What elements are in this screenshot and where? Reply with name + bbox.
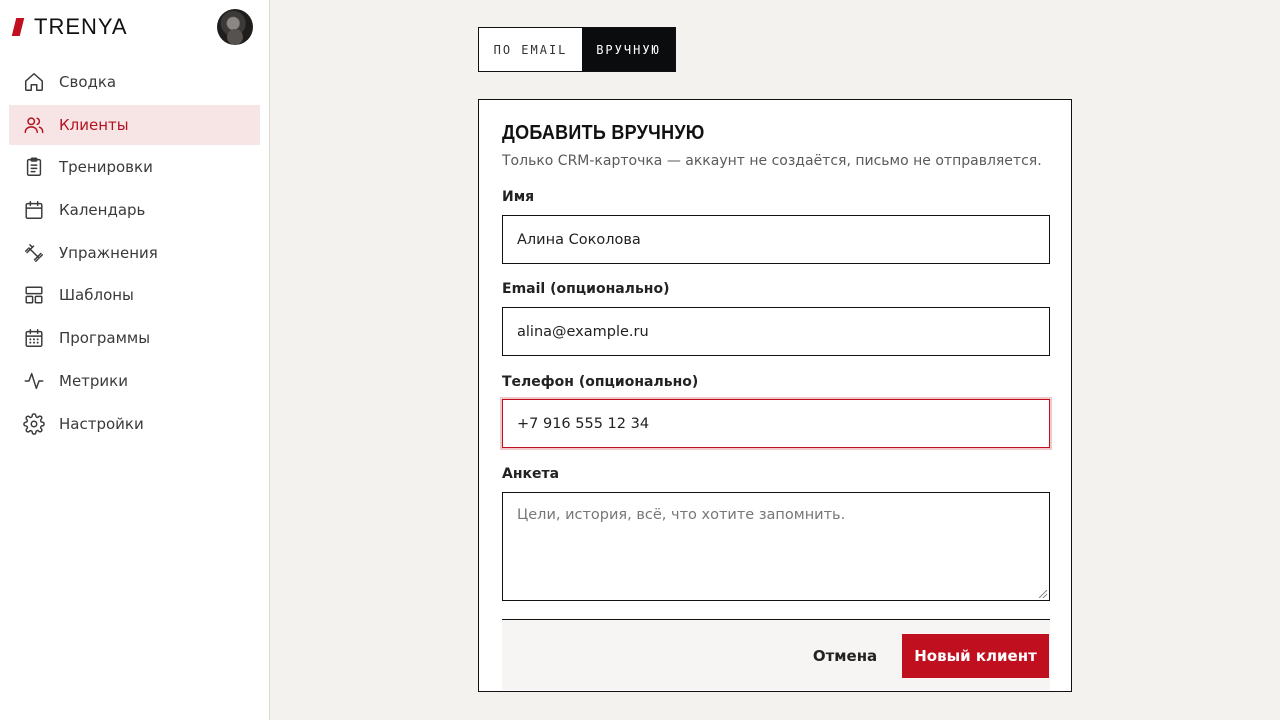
users-icon (23, 114, 45, 136)
clipboard-list-icon (23, 156, 45, 178)
resize-grip-icon[interactable] (1039, 590, 1047, 598)
phone-input[interactable]: +7 916 555 12 34 (502, 399, 1050, 448)
sidebar-item-settings[interactable]: Настройки (9, 404, 260, 444)
sidebar-item-label: Тренировки (59, 158, 153, 177)
sidebar-item-label: Настройки (59, 414, 144, 433)
calendar-icon (23, 199, 45, 221)
sidebar-item-programs[interactable]: Программы (9, 318, 260, 358)
mode-tabs: ПО EMAIL ВРУЧНУЮ (478, 27, 676, 72)
brand-logo[interactable]: TRENYA (11, 14, 128, 40)
form-title: ДОБАВИТЬ ВРУЧНУЮ (502, 122, 705, 144)
sidebar-item-templates[interactable]: Шаблоны (9, 275, 260, 315)
new-client-button[interactable]: Новый клиент (902, 634, 1049, 678)
sidebar: TRENYA Сводка Клиенты Тренировки Календа… (0, 0, 270, 720)
sidebar-item-label: Метрики (59, 371, 128, 390)
phone-label: Телефон (опционально) (502, 374, 699, 390)
tab-by-email[interactable]: ПО EMAIL (479, 28, 582, 71)
sidebar-item-summary[interactable]: Сводка (9, 62, 260, 102)
layout-icon (23, 284, 45, 306)
sidebar-item-exercises[interactable]: Упражнения (9, 233, 260, 273)
sidebar-nav: Сводка Клиенты Тренировки Календарь Упра… (9, 62, 260, 446)
gear-icon (23, 412, 45, 435)
name-input[interactable]: Алина Соколова (502, 215, 1050, 264)
sidebar-item-label: Календарь (59, 201, 146, 220)
sidebar-item-metrics[interactable]: Метрики (9, 361, 260, 401)
home-icon (23, 71, 45, 93)
sidebar-item-clients[interactable]: Клиенты (9, 104, 260, 145)
sidebar-item-label: Программы (59, 329, 151, 348)
notes-placeholder: Цели, история, всё, что хотите запомнить… (517, 507, 846, 523)
sidebar-item-label: Упражнения (59, 243, 158, 262)
form-footer: Отмена Новый клиент (502, 619, 1050, 690)
name-label: Имя (502, 189, 535, 205)
calendar-grid-icon (23, 327, 45, 349)
brand-name: TRENYA (34, 14, 128, 39)
sidebar-item-workouts[interactable]: Тренировки (9, 147, 260, 187)
avatar[interactable] (217, 9, 253, 45)
sidebar-item-calendar[interactable]: Календарь (9, 190, 260, 230)
form-subtitle: Только CRM-карточка — аккаунт не создаёт… (502, 153, 1042, 169)
cancel-button[interactable]: Отмена (805, 634, 885, 678)
sidebar-item-label: Сводка (59, 73, 117, 91)
activity-icon (23, 370, 45, 392)
brand-mark-icon (11, 18, 25, 36)
sidebar-item-label: Шаблоны (59, 286, 134, 305)
tab-manual[interactable]: ВРУЧНУЮ (582, 28, 675, 71)
dumbbell-icon (23, 242, 45, 264)
notes-label: Анкета (502, 466, 560, 482)
email-label: Email (опционально) (502, 281, 670, 297)
sidebar-item-label: Клиенты (59, 115, 129, 134)
notes-textarea[interactable]: Цели, история, всё, что хотите запомнить… (502, 492, 1050, 601)
email-input[interactable]: alina@example.ru (502, 307, 1050, 356)
add-client-form: ДОБАВИТЬ ВРУЧНУЮ Только CRM-карточка — а… (478, 99, 1072, 692)
